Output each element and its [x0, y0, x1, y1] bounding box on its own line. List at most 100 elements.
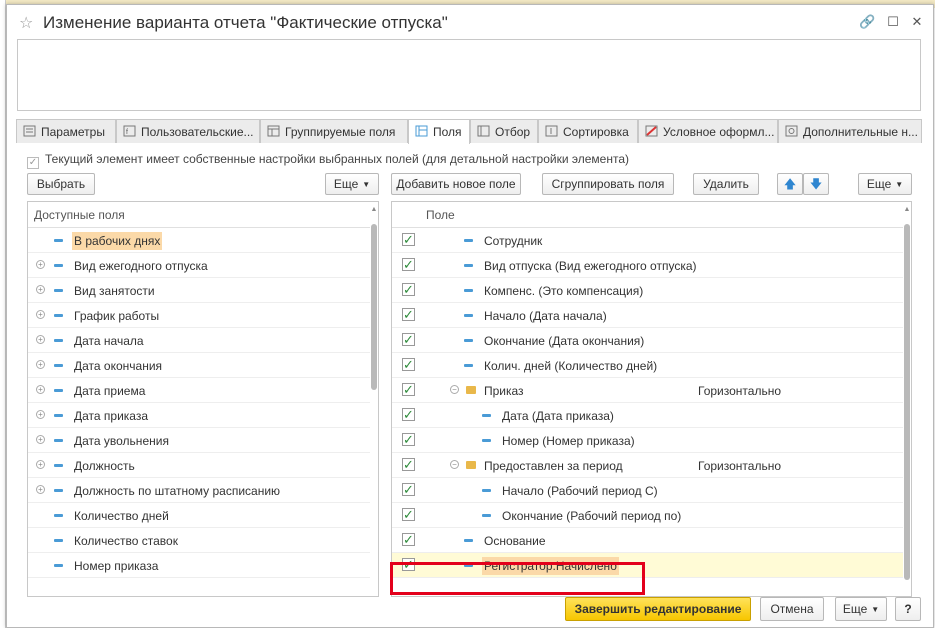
field-checkbox[interactable]: ✓ [402, 308, 415, 321]
table-row[interactable]: ✓ Компенс. (Это компенсация) [392, 278, 911, 303]
list-item[interactable]: Номер приказа [28, 553, 378, 578]
right-more-button[interactable]: Еще ▼ [858, 173, 912, 195]
field-checkbox[interactable]: ✓ [402, 333, 415, 346]
table-row[interactable]: ✓ Начало (Дата начала) [392, 303, 911, 328]
field-icon [482, 439, 491, 442]
expand-icon[interactable]: + [36, 335, 45, 344]
favorite-star-icon[interactable]: ☆ [19, 13, 33, 33]
tab-label: Пользовательские... [141, 125, 254, 139]
expand-icon[interactable]: + [36, 285, 45, 294]
finish-editing-button[interactable]: Завершить редактирование [565, 597, 751, 621]
footer-more-button[interactable]: Еще ▼ [835, 597, 887, 621]
field-checkbox[interactable]: ✓ [402, 408, 415, 421]
table-row[interactable]: ✓ Вид отпуска (Вид ежегодного отпуска) [392, 253, 911, 278]
table-row[interactable]: ✓ Колич. дней (Количество дней) [392, 353, 911, 378]
add-new-field-button[interactable]: Добавить новое поле [391, 173, 521, 195]
list-item[interactable]: + График работы [28, 303, 378, 328]
tab-parameters[interactable]: Параметры [16, 119, 116, 143]
close-icon[interactable]: ✕ [909, 14, 925, 30]
move-down-button[interactable]: 🡇 [803, 173, 829, 195]
maximize-icon[interactable]: ☐ [885, 14, 901, 30]
list-item[interactable]: + Должность по штатному расписанию [28, 478, 378, 503]
link-icon[interactable]: 🔗 [859, 14, 875, 30]
list-item[interactable]: + Дата приема [28, 378, 378, 403]
select-button[interactable]: Выбрать [27, 173, 95, 195]
expand-icon[interactable]: + [36, 460, 45, 469]
help-button[interactable]: ? [895, 597, 921, 621]
collapse-icon[interactable]: − [450, 460, 459, 469]
tab-additional-settings[interactable]: Дополнительные н... [778, 119, 922, 143]
list-item[interactable]: + Дата увольнения [28, 428, 378, 453]
field-label: Количество ставок [74, 534, 178, 548]
field-icon [54, 539, 63, 542]
selected-fields-scrollbar[interactable]: ▲ [903, 202, 911, 596]
expand-icon[interactable]: + [36, 435, 45, 444]
expand-icon[interactable]: + [36, 485, 45, 494]
field-checkbox[interactable]: ✓ [402, 283, 415, 296]
list-item[interactable]: + Дата окончания [28, 353, 378, 378]
table-row[interactable]: ✓ − Приказ Горизонтально [392, 378, 911, 403]
table-row[interactable]: ✓ Дата (Дата приказа) [392, 403, 911, 428]
table-row[interactable]: ✓ Окончание (Дата окончания) [392, 328, 911, 353]
svg-text:f: f [126, 129, 128, 136]
tab-user-fields[interactable]: f Пользовательские... [116, 119, 260, 143]
cancel-button[interactable]: Отмена [760, 597, 824, 621]
expand-icon[interactable]: + [36, 385, 45, 394]
list-item[interactable]: + Дата начала [28, 328, 378, 353]
scroll-up-icon[interactable]: ▲ [903, 206, 911, 213]
table-row[interactable]: ✓ Начало (Рабочий период С) [392, 478, 911, 503]
field-checkbox[interactable]: ✓ [402, 483, 415, 496]
field-checkbox[interactable]: ✓ [402, 458, 415, 471]
list-item[interactable]: Количество ставок [28, 528, 378, 553]
list-item[interactable]: + Вид ежегодного отпуска [28, 253, 378, 278]
tab-grouped-fields[interactable]: Группируемые поля [260, 119, 408, 143]
fields-icon [415, 125, 428, 137]
field-checkbox[interactable]: ✓ [402, 233, 415, 246]
field-checkbox[interactable]: ✓ [402, 383, 415, 396]
table-row[interactable]: ✓ Окончание (Рабочий период по) [392, 503, 911, 528]
group-fields-button[interactable]: Сгруппировать поля [542, 173, 674, 195]
tab-conditional-format[interactable]: Условное оформл... [638, 119, 778, 143]
variant-description-area[interactable] [17, 39, 921, 111]
field-checkbox[interactable]: ✓ [402, 508, 415, 521]
delete-button[interactable]: Удалить [693, 173, 759, 195]
expand-icon[interactable]: + [36, 410, 45, 419]
available-fields-scrollbar[interactable]: ▲ [370, 202, 378, 596]
tab-filter[interactable]: Отбор [470, 119, 538, 143]
collapse-icon[interactable]: − [450, 385, 459, 394]
field-checkbox[interactable]: ✓ [402, 258, 415, 271]
field-icon [54, 364, 63, 367]
field-label: Дата (Дата приказа) [502, 409, 614, 423]
own-settings-checkbox[interactable]: ✓ Текущий элемент имеет собственные настр… [27, 152, 629, 169]
tab-sort[interactable]: Сортировка [538, 119, 638, 143]
field-icon [54, 239, 63, 242]
list-item[interactable]: + Вид занятости [28, 278, 378, 303]
list-item[interactable]: + Должность [28, 453, 378, 478]
field-checkbox[interactable]: ✓ [402, 358, 415, 371]
field-checkbox[interactable]: ✓ [402, 533, 415, 546]
scroll-thumb[interactable] [371, 224, 377, 390]
move-up-button[interactable]: 🡅 [777, 173, 803, 195]
field-label: Вид ежегодного отпуска [74, 259, 208, 273]
available-fields-header: Доступные поля [28, 202, 378, 228]
list-item[interactable]: + Дата приказа [28, 403, 378, 428]
table-row[interactable]: ✓ Основание [392, 528, 911, 553]
field-icon [54, 464, 63, 467]
tab-fields[interactable]: Поля [408, 119, 470, 144]
list-item[interactable]: Количество дней [28, 503, 378, 528]
list-item[interactable]: В рабочих днях [28, 228, 378, 253]
expand-icon[interactable]: + [36, 310, 45, 319]
table-row[interactable]: ✓ Сотрудник [392, 228, 911, 253]
checkbox-checked-icon[interactable]: ✓ [27, 157, 39, 169]
folder-icon [466, 461, 476, 469]
scroll-thumb[interactable] [904, 224, 910, 580]
field-checkbox[interactable]: ✓ [402, 433, 415, 446]
scroll-up-icon[interactable]: ▲ [370, 206, 378, 213]
field-label: Количество дней [74, 509, 169, 523]
table-row[interactable]: ✓ − Предоставлен за период Горизонтально [392, 453, 911, 478]
table-row[interactable]: ✓ Номер (Номер приказа) [392, 428, 911, 453]
field-label: Начало (Рабочий период С) [502, 484, 658, 498]
expand-icon[interactable]: + [36, 360, 45, 369]
expand-icon[interactable]: + [36, 260, 45, 269]
left-more-button[interactable]: Еще ▼ [325, 173, 379, 195]
